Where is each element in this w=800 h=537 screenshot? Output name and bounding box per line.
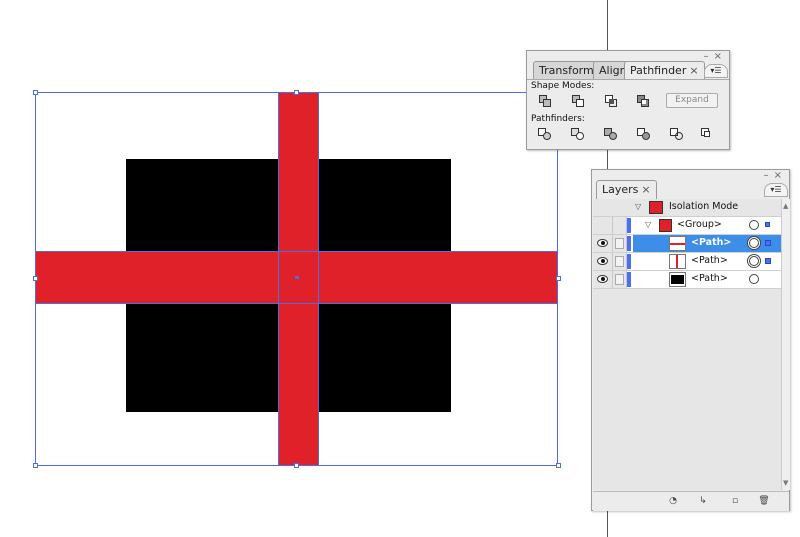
selection-edge xyxy=(35,303,558,304)
layer-name: <Path> xyxy=(691,237,732,248)
layers-footer: ◔ ↳ ▫ 🗑 xyxy=(593,491,789,511)
close-icon[interactable]: × xyxy=(689,64,698,77)
make-clipping-mask-icon[interactable]: ◔ xyxy=(667,496,679,507)
layer-name: <Group> xyxy=(677,219,722,230)
group-thumbnail xyxy=(659,219,672,232)
layer-row-isolation-mode[interactable]: ▽ Isolation Mode xyxy=(593,199,781,217)
eye-icon[interactable] xyxy=(597,239,608,247)
panel-window-controls[interactable]: – × xyxy=(703,51,723,62)
layer-color-indicator xyxy=(627,272,631,287)
layer-color-indicator xyxy=(627,254,631,269)
crop-icon[interactable] xyxy=(637,128,653,142)
intersect-icon[interactable] xyxy=(605,95,621,109)
layer-name-cell: ▽ <Group> xyxy=(633,217,781,234)
minus-front-icon[interactable] xyxy=(572,95,588,109)
trim-icon[interactable] xyxy=(571,128,587,142)
lock-cell[interactable] xyxy=(613,217,627,234)
handle-middle-left[interactable] xyxy=(33,276,38,281)
eye-icon[interactable] xyxy=(597,257,608,265)
tab-pathfinder[interactable]: Pathfinder × xyxy=(624,61,705,80)
selection-indicator-icon[interactable] xyxy=(765,240,771,246)
shape-modes-label: Shape Modes: xyxy=(531,81,595,91)
disclosure-triangle-icon[interactable]: ▽ xyxy=(645,220,651,229)
panel-menu-icon[interactable]: ▾☰ xyxy=(764,183,788,197)
layer-name: <Path> xyxy=(691,273,728,284)
layer-row-path-selected[interactable]: <Path> xyxy=(593,235,781,253)
tab-transform[interactable]: Transform xyxy=(533,61,600,79)
layer-name-cell: <Path> xyxy=(633,235,781,252)
minus-back-icon[interactable] xyxy=(701,128,717,142)
panel-window-controls[interactable]: – × xyxy=(763,170,783,181)
tab-divider xyxy=(527,79,729,80)
visibility-cell[interactable] xyxy=(593,217,613,234)
target-icon[interactable] xyxy=(749,238,759,248)
center-point xyxy=(295,276,299,279)
path-thumbnail-red-horizontal xyxy=(669,236,686,251)
handle-middle-right[interactable] xyxy=(556,276,561,281)
isolation-mode-icon xyxy=(649,201,663,214)
close-icon[interactable]: × xyxy=(641,183,650,196)
exclude-icon[interactable] xyxy=(637,95,653,109)
visibility-cell[interactable] xyxy=(593,271,613,288)
handle-bottom-right[interactable] xyxy=(556,463,561,468)
target-icon[interactable] xyxy=(749,220,759,230)
lock-toggle-icon[interactable] xyxy=(615,238,624,249)
eye-icon[interactable] xyxy=(597,275,608,283)
trash-icon[interactable]: 🗑 xyxy=(758,496,770,507)
path-thumbnail-red-vertical xyxy=(669,254,686,269)
scroll-up-icon[interactable]: ▲ xyxy=(783,202,788,210)
lock-cell[interactable] xyxy=(613,235,627,252)
pathfinders-label: Pathfinders: xyxy=(531,114,585,124)
handle-bottom-left[interactable] xyxy=(33,463,38,468)
layer-name-cell: <Path> xyxy=(633,253,781,270)
layer-name-cell: <Path> xyxy=(633,271,781,288)
lock-toggle-icon[interactable] xyxy=(615,274,624,285)
selection-indicator-icon[interactable] xyxy=(765,258,771,264)
selection-edge xyxy=(278,92,279,466)
target-icon[interactable] xyxy=(749,274,759,284)
unite-icon[interactable] xyxy=(539,95,555,109)
new-layer-icon[interactable]: ▫ xyxy=(729,496,741,507)
selection-edge xyxy=(318,92,319,466)
visibility-cell[interactable] xyxy=(593,235,613,252)
selection-indicator-icon[interactable] xyxy=(765,222,770,227)
layer-name-cell: ▽ Isolation Mode xyxy=(633,199,781,216)
layer-name: <Path> xyxy=(691,255,728,266)
path-thumbnail-black xyxy=(669,272,686,287)
tab-layers[interactable]: Layers × xyxy=(596,180,657,199)
layers-panel: – × Layers × ▾☰ ▽ Isolation Mode ▽ <Group… xyxy=(591,169,790,511)
visibility-cell xyxy=(593,199,613,216)
lock-toggle-icon[interactable] xyxy=(615,256,624,267)
lock-cell[interactable] xyxy=(613,253,627,270)
scroll-down-icon[interactable]: ▼ xyxy=(783,479,788,487)
layer-row-group[interactable]: ▽ <Group> xyxy=(593,217,781,235)
lock-cell[interactable] xyxy=(613,271,627,288)
layer-color-indicator xyxy=(627,218,631,233)
layer-name: Isolation Mode xyxy=(669,201,739,212)
pathfinder-panel: – × Transform Align Pathfinder × ▾☰ Shape… xyxy=(526,50,730,150)
visibility-cell[interactable] xyxy=(593,253,613,270)
handle-bottom-center[interactable] xyxy=(294,463,299,468)
handle-top-left[interactable] xyxy=(33,90,38,95)
layer-row-path[interactable]: <Path> xyxy=(593,253,781,271)
target-icon[interactable] xyxy=(749,256,759,266)
outline-icon[interactable] xyxy=(670,128,686,142)
handle-top-center[interactable] xyxy=(294,90,299,95)
divide-icon[interactable] xyxy=(538,128,554,142)
disclosure-triangle-icon[interactable]: ▽ xyxy=(635,202,641,211)
selection-bounding-box xyxy=(35,92,558,466)
layers-list: ▽ Isolation Mode ▽ <Group> <Path> <Path>… xyxy=(593,199,781,490)
merge-icon[interactable] xyxy=(604,128,620,142)
layers-scrollbar[interactable]: ▲ ▼ xyxy=(781,199,790,490)
create-sublayer-icon[interactable]: ↳ xyxy=(697,496,709,507)
expand-button[interactable]: Expand xyxy=(666,93,718,108)
panel-menu-icon[interactable]: ▾☰ xyxy=(704,64,728,78)
layer-row-path[interactable]: <Path> xyxy=(593,271,781,289)
lock-cell xyxy=(613,199,627,216)
selection-edge xyxy=(35,251,558,252)
layer-color-indicator xyxy=(627,236,631,251)
